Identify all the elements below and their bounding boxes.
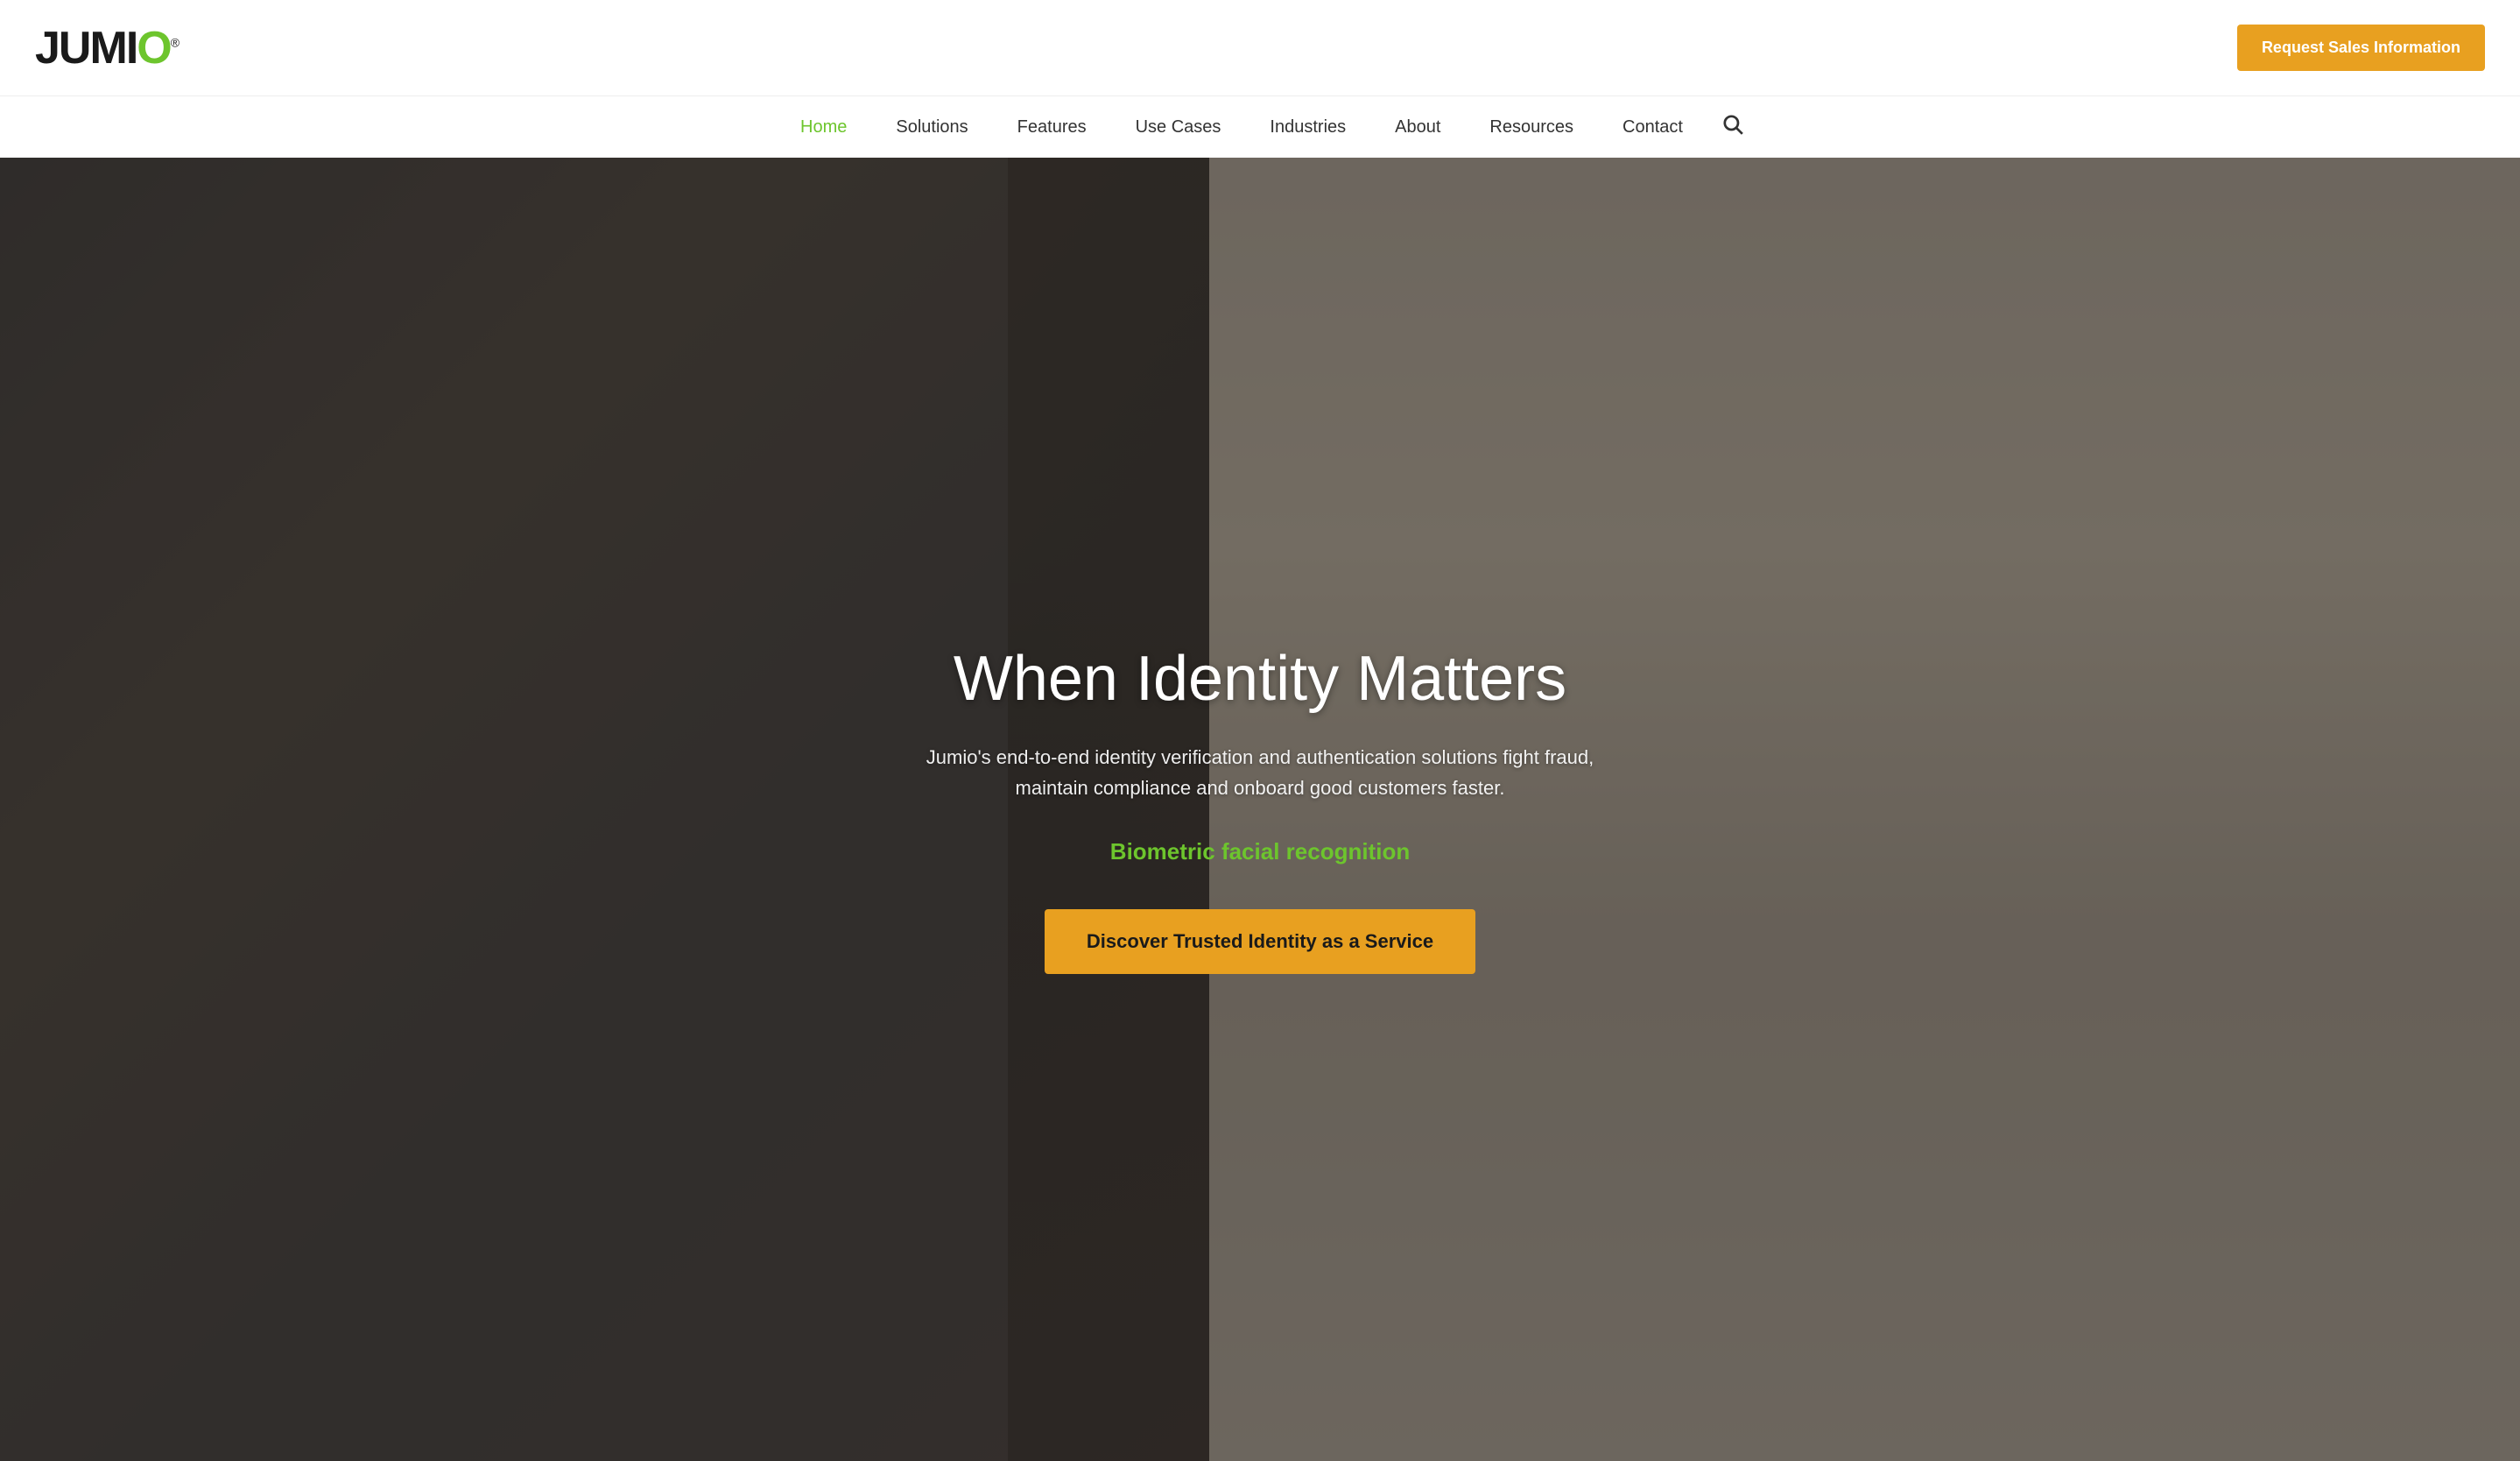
hero-feature-text: Biometric facial recognition <box>901 838 1619 865</box>
nav-link-resources[interactable]: Resources <box>1465 96 1598 158</box>
nav-item-industries[interactable]: Industries <box>1245 96 1370 158</box>
nav-link-about[interactable]: About <box>1370 96 1465 158</box>
nav-link-home[interactable]: Home <box>776 96 871 158</box>
nav-item-contact[interactable]: Contact <box>1598 96 1707 158</box>
nav-link-contact[interactable]: Contact <box>1598 96 1707 158</box>
nav-item-features[interactable]: Features <box>993 96 1111 158</box>
logo[interactable]: JUMIO® <box>35 25 178 71</box>
nav-item-resources[interactable]: Resources <box>1465 96 1598 158</box>
header-right: Request Sales Information <box>2237 25 2485 71</box>
hero-content: When Identity Matters Jumio's end-to-end… <box>866 645 1654 975</box>
hero-section: When Identity Matters Jumio's end-to-end… <box>0 158 2520 1461</box>
hero-subtitle: Jumio's end-to-end identity verification… <box>901 742 1619 803</box>
logo-text: JUMIO® <box>35 25 178 71</box>
nav-link-solutions[interactable]: Solutions <box>871 96 992 158</box>
nav-item-home[interactable]: Home <box>776 96 871 158</box>
request-sales-button[interactable]: Request Sales Information <box>2237 25 2485 71</box>
hero-title: When Identity Matters <box>901 645 1619 714</box>
site-header: JUMIO® Request Sales Information <box>0 0 2520 96</box>
nav-link-industries[interactable]: Industries <box>1245 96 1370 158</box>
nav-item-solutions[interactable]: Solutions <box>871 96 992 158</box>
search-icon[interactable] <box>1721 113 1744 142</box>
nav-item-about[interactable]: About <box>1370 96 1465 158</box>
nav-item-use-cases[interactable]: Use Cases <box>1111 96 1246 158</box>
nav-link-use-cases[interactable]: Use Cases <box>1111 96 1246 158</box>
main-nav: Home Solutions Features Use Cases Indust… <box>0 96 2520 158</box>
hero-cta-button[interactable]: Discover Trusted Identity as a Service <box>1045 909 1475 974</box>
nav-link-features[interactable]: Features <box>993 96 1111 158</box>
nav-list: Home Solutions Features Use Cases Indust… <box>776 96 1707 158</box>
